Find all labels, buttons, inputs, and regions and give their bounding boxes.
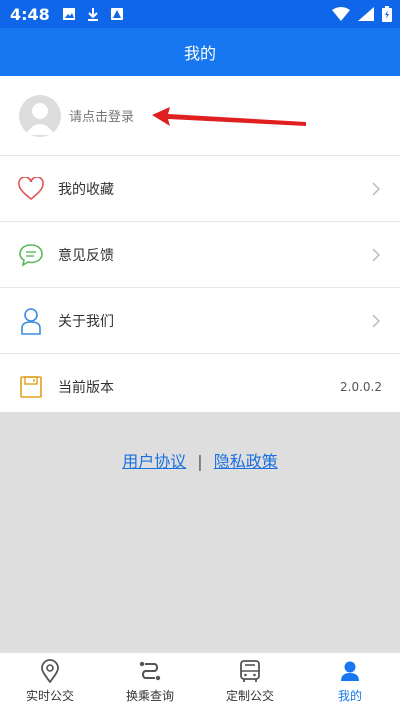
footer-area: 用户协议 | 隐私政策 xyxy=(0,412,400,652)
version-number: 2.0.0.2 xyxy=(340,379,382,394)
wifi-icon xyxy=(332,7,350,21)
chevron-right-icon xyxy=(372,247,381,262)
menu-item-favorites[interactable]: 我的收藏 xyxy=(0,156,400,222)
tab-label: 我的 xyxy=(337,689,362,703)
bottom-tab-bar: 实时公交 换乘查询 定制公交 我的 xyxy=(0,652,400,710)
login-row[interactable]: 请点击登录 xyxy=(0,76,400,156)
policy-links: 用户协议 | 隐私政策 xyxy=(0,448,400,472)
image-notification-icon xyxy=(62,8,75,20)
privacy-policy-link[interactable]: 隐私政策 xyxy=(214,452,278,471)
battery-icon xyxy=(382,6,392,22)
status-bar: 4:48 xyxy=(0,0,400,28)
bus-icon xyxy=(240,660,260,682)
menu-label: 当前版本 xyxy=(58,379,114,396)
page-title: 我的 xyxy=(183,44,216,63)
status-time: 4:48 xyxy=(10,4,50,24)
menu-label: 意见反馈 xyxy=(58,247,114,264)
menu-item-about[interactable]: 关于我们 xyxy=(0,288,400,354)
app-header: 我的 xyxy=(0,28,400,76)
app-notification-icon xyxy=(110,8,123,20)
tab-transfer-query[interactable]: 换乘查询 xyxy=(100,653,200,710)
route-icon xyxy=(139,661,161,681)
user-icon xyxy=(341,661,359,681)
tab-label: 实时公交 xyxy=(25,689,74,703)
tab-mine[interactable]: 我的 xyxy=(300,653,400,710)
menu-label: 关于我们 xyxy=(58,313,114,330)
menu-item-version: 当前版本 2.0.0.2 xyxy=(0,354,400,420)
tab-custom-bus[interactable]: 定制公交 xyxy=(200,653,300,710)
avatar xyxy=(19,94,61,137)
user-agreement-link[interactable]: 用户协议 xyxy=(122,452,186,471)
signal-icon xyxy=(358,7,374,21)
red-arrow-annotation xyxy=(152,107,306,126)
chat-icon xyxy=(19,243,43,267)
login-prompt: 请点击登录 xyxy=(69,110,135,125)
tab-label: 换乘查询 xyxy=(125,689,174,703)
default-avatar-icon xyxy=(25,102,55,135)
save-icon xyxy=(20,375,42,398)
chevron-right-icon xyxy=(372,181,381,196)
person-icon xyxy=(21,307,41,335)
link-separator: | xyxy=(197,452,203,471)
download-icon xyxy=(87,8,98,21)
chevron-right-icon xyxy=(372,313,381,328)
tab-label: 定制公交 xyxy=(225,689,274,703)
profile-content: 请点击登录 我的收藏 意见反馈 关于我们 当前版本 2.0.0.2 xyxy=(0,76,400,420)
menu-label: 我的收藏 xyxy=(58,181,114,198)
heart-icon xyxy=(18,176,44,200)
tab-realtime-bus[interactable]: 实时公交 xyxy=(0,653,100,710)
menu-item-feedback[interactable]: 意见反馈 xyxy=(0,222,400,288)
location-pin-icon xyxy=(41,659,59,683)
